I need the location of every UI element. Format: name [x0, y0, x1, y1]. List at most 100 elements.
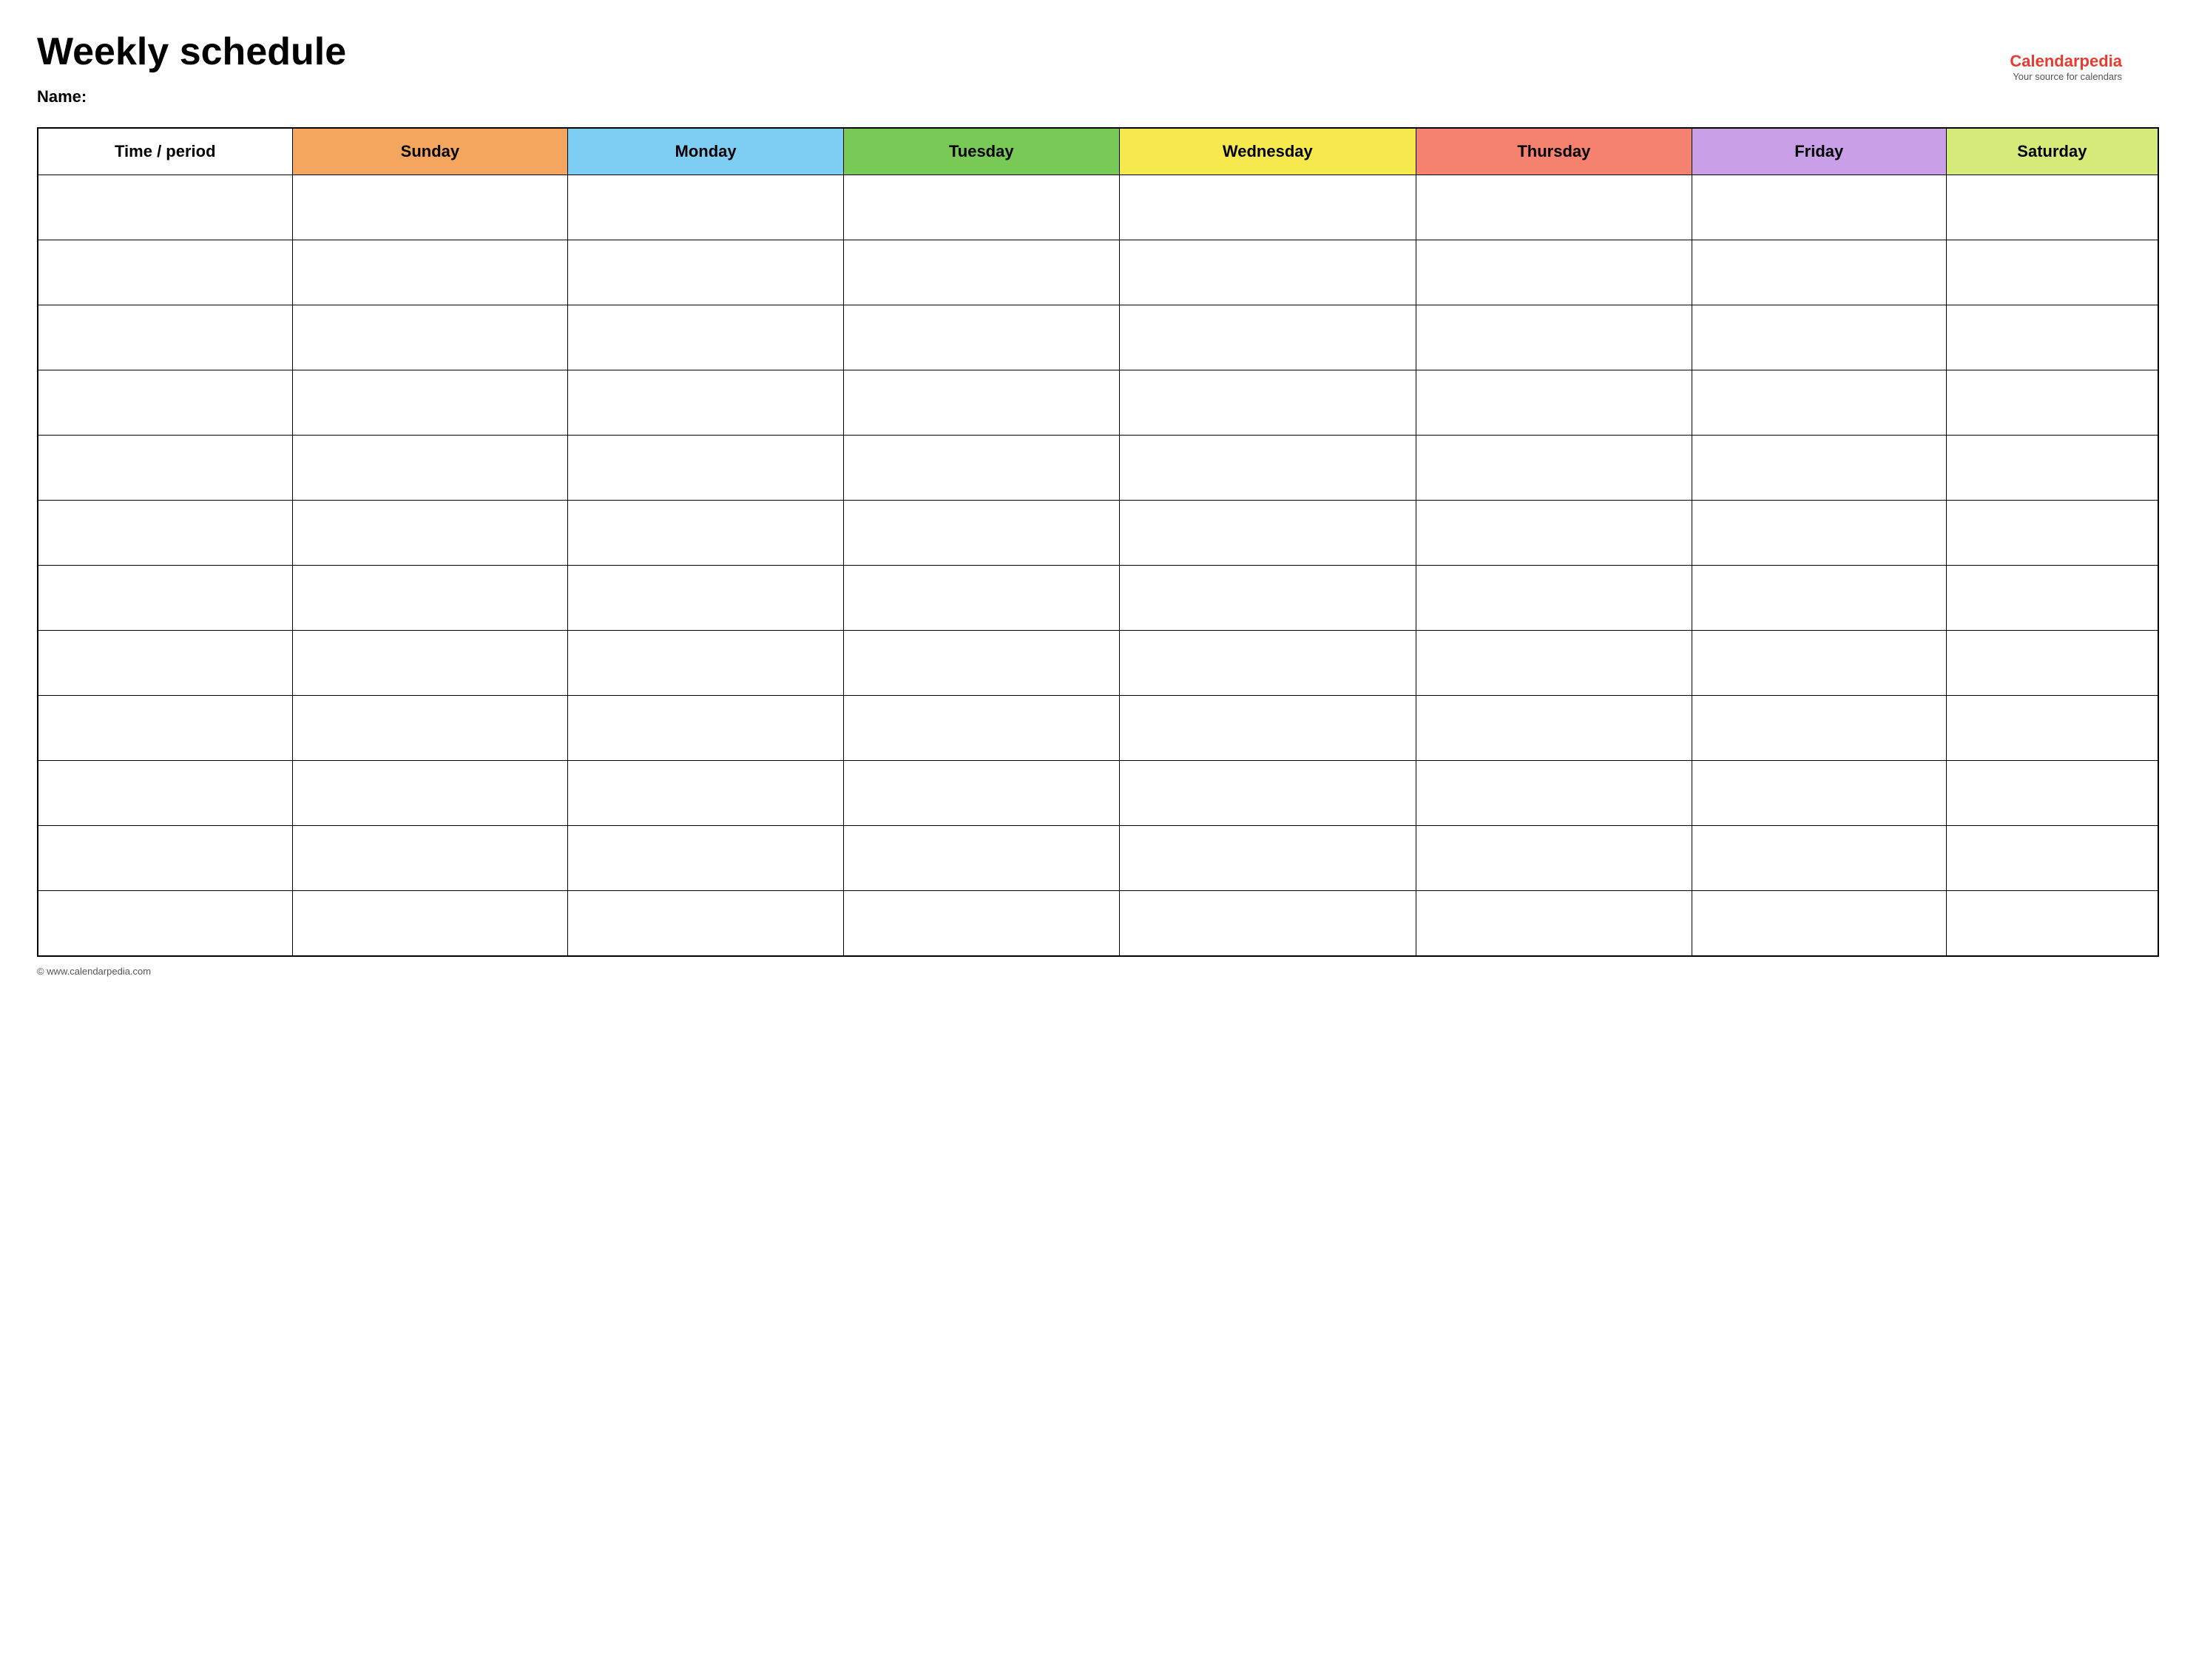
table-cell[interactable] — [1119, 761, 1416, 826]
table-cell[interactable] — [292, 696, 568, 761]
table-cell[interactable] — [38, 826, 292, 891]
table-cell[interactable] — [1692, 566, 1946, 631]
table-cell[interactable] — [1119, 566, 1416, 631]
table-cell[interactable] — [1946, 436, 2158, 501]
table-cell[interactable] — [292, 631, 568, 696]
table-cell[interactable] — [843, 370, 1119, 436]
table-cell[interactable] — [292, 501, 568, 566]
table-cell[interactable] — [843, 891, 1119, 956]
table-cell[interactable] — [1692, 826, 1946, 891]
table-cell[interactable] — [843, 631, 1119, 696]
table-cell[interactable] — [843, 696, 1119, 761]
table-cell[interactable] — [38, 761, 292, 826]
table-cell[interactable] — [1692, 501, 1946, 566]
table-cell[interactable] — [1692, 436, 1946, 501]
table-cell[interactable] — [1119, 175, 1416, 240]
table-cell[interactable] — [843, 826, 1119, 891]
table-cell[interactable] — [1416, 305, 1692, 370]
table-cell[interactable] — [568, 240, 844, 305]
table-cell[interactable] — [292, 826, 568, 891]
table-cell[interactable] — [292, 370, 568, 436]
table-cell[interactable] — [1692, 175, 1946, 240]
table-cell[interactable] — [38, 696, 292, 761]
page-title: Weekly schedule — [37, 30, 2159, 74]
table-cell[interactable] — [1946, 305, 2158, 370]
table-cell[interactable] — [1692, 761, 1946, 826]
table-cell[interactable] — [1946, 826, 2158, 891]
table-cell[interactable] — [568, 370, 844, 436]
table-cell[interactable] — [1119, 826, 1416, 891]
table-cell[interactable] — [1692, 240, 1946, 305]
table-cell[interactable] — [38, 370, 292, 436]
table-cell[interactable] — [843, 436, 1119, 501]
table-cell[interactable] — [38, 240, 292, 305]
table-cell[interactable] — [292, 240, 568, 305]
table-row — [38, 240, 2158, 305]
table-cell[interactable] — [1946, 696, 2158, 761]
table-cell[interactable] — [1119, 891, 1416, 956]
table-cell[interactable] — [38, 501, 292, 566]
table-cell[interactable] — [568, 436, 844, 501]
table-cell[interactable] — [1946, 761, 2158, 826]
table-cell[interactable] — [1946, 631, 2158, 696]
table-cell[interactable] — [1692, 370, 1946, 436]
table-cell[interactable] — [38, 436, 292, 501]
table-cell[interactable] — [568, 891, 844, 956]
table-cell[interactable] — [292, 436, 568, 501]
table-cell[interactable] — [1416, 501, 1692, 566]
table-cell[interactable] — [1416, 175, 1692, 240]
table-cell[interactable] — [568, 305, 844, 370]
table-cell[interactable] — [38, 305, 292, 370]
table-cell[interactable] — [568, 761, 844, 826]
table-cell[interactable] — [1119, 370, 1416, 436]
table-cell[interactable] — [1416, 436, 1692, 501]
table-cell[interactable] — [568, 501, 844, 566]
table-cell[interactable] — [1119, 240, 1416, 305]
table-cell[interactable] — [843, 305, 1119, 370]
table-cell[interactable] — [1692, 696, 1946, 761]
table-cell[interactable] — [1119, 696, 1416, 761]
table-cell[interactable] — [38, 891, 292, 956]
table-cell[interactable] — [843, 761, 1119, 826]
table-cell[interactable] — [1946, 566, 2158, 631]
table-cell[interactable] — [843, 566, 1119, 631]
table-cell[interactable] — [1946, 891, 2158, 956]
table-cell[interactable] — [38, 631, 292, 696]
table-cell[interactable] — [38, 566, 292, 631]
table-cell[interactable] — [1416, 566, 1692, 631]
table-cell[interactable] — [568, 566, 844, 631]
table-cell[interactable] — [843, 240, 1119, 305]
table-cell[interactable] — [292, 305, 568, 370]
table-cell[interactable] — [1692, 891, 1946, 956]
table-cell[interactable] — [292, 566, 568, 631]
table-cell[interactable] — [1119, 501, 1416, 566]
table-cell[interactable] — [1946, 370, 2158, 436]
table-cell[interactable] — [292, 761, 568, 826]
table-cell[interactable] — [1119, 436, 1416, 501]
table-cell[interactable] — [568, 631, 844, 696]
table-cell[interactable] — [1416, 696, 1692, 761]
table-cell[interactable] — [1119, 631, 1416, 696]
table-cell[interactable] — [1416, 631, 1692, 696]
table-cell[interactable] — [568, 696, 844, 761]
table-cell[interactable] — [1692, 631, 1946, 696]
table-cell[interactable] — [1946, 240, 2158, 305]
table-cell[interactable] — [1692, 305, 1946, 370]
table-row — [38, 566, 2158, 631]
table-row — [38, 761, 2158, 826]
table-cell[interactable] — [568, 826, 844, 891]
table-cell[interactable] — [292, 891, 568, 956]
table-cell[interactable] — [1416, 240, 1692, 305]
table-cell[interactable] — [1416, 370, 1692, 436]
table-cell[interactable] — [1119, 305, 1416, 370]
table-cell[interactable] — [292, 175, 568, 240]
table-cell[interactable] — [843, 501, 1119, 566]
table-cell[interactable] — [38, 175, 292, 240]
table-cell[interactable] — [1946, 175, 2158, 240]
table-cell[interactable] — [1416, 826, 1692, 891]
table-cell[interactable] — [1416, 761, 1692, 826]
table-cell[interactable] — [1416, 891, 1692, 956]
table-cell[interactable] — [568, 175, 844, 240]
table-cell[interactable] — [843, 175, 1119, 240]
table-cell[interactable] — [1946, 501, 2158, 566]
